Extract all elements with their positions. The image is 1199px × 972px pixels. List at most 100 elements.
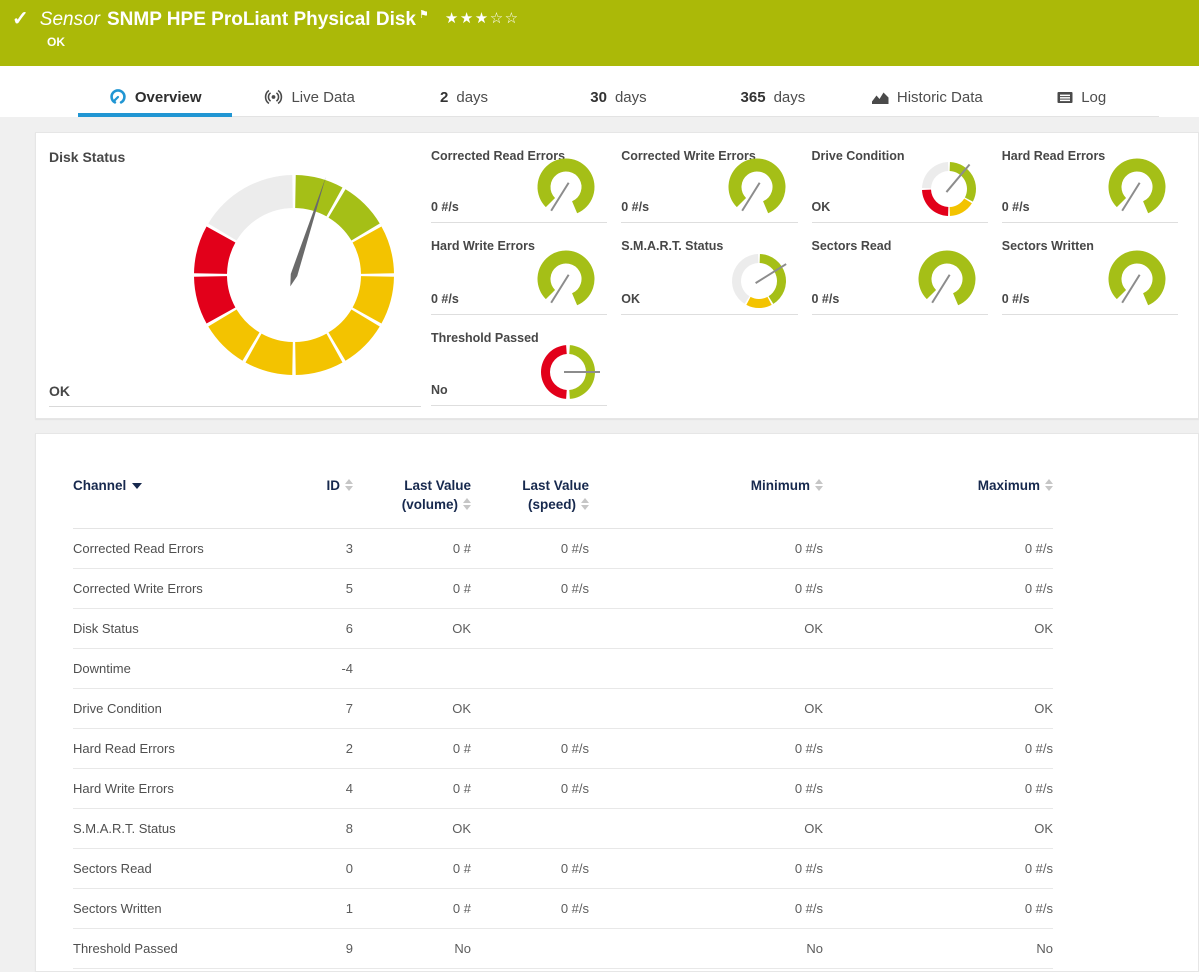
cell-last-value-volume: 0 # — [353, 769, 471, 809]
tile-value: 0 #/s — [621, 200, 649, 214]
sectors-written-gauge — [1106, 246, 1168, 310]
flag-icon[interactable]: ⚑ — [419, 8, 429, 21]
tab-number: 2 — [440, 89, 448, 106]
cell-channel[interactable]: Threshold Passed — [73, 929, 303, 969]
cell-last-value-speed — [471, 809, 589, 849]
gauge-tile-corrected-write-errors[interactable]: Corrected Write Errors0 #/s — [621, 145, 797, 223]
sort-desc-icon — [132, 483, 142, 489]
gauge-tile-hard-write-errors[interactable]: Hard Write Errors0 #/s — [431, 223, 607, 315]
tab-label: Log — [1081, 89, 1106, 106]
cell-channel[interactable]: Corrected Write Errors — [73, 569, 303, 609]
sort-icon — [345, 479, 353, 491]
cell-last-value-speed: 0 #/s — [471, 769, 589, 809]
cell-maximum: 0 #/s — [823, 849, 1053, 889]
cell-channel[interactable]: Downtime — [73, 649, 303, 689]
tab-365-days[interactable]: 365 days — [696, 80, 850, 116]
table-row[interactable]: Threshold Passed9NoNoNo — [73, 929, 1053, 969]
tab-number: 365 — [741, 89, 766, 106]
cell-minimum — [589, 649, 823, 689]
tab-label: Live Data — [291, 89, 354, 106]
table-row[interactable]: Downtime-4 — [73, 649, 1053, 689]
hard-write-errors-gauge — [535, 246, 597, 310]
cell-id: 4 — [303, 769, 353, 809]
sensor-page: ✓ Sensor SNMP HPE ProLiant Physical Disk… — [0, 0, 1199, 972]
cell-channel[interactable]: Sectors Written — [73, 889, 303, 929]
s-m-a-r-t-status-gauge — [730, 252, 788, 310]
tab-historic-data[interactable]: Historic Data — [850, 80, 1004, 116]
tile-value: 0 #/s — [1002, 292, 1030, 306]
tab-live-data[interactable]: Live Data — [232, 80, 386, 116]
gauge-tile-sectors-written[interactable]: Sectors Written0 #/s — [1002, 223, 1178, 315]
tab-label: days — [615, 89, 647, 106]
tab-overview[interactable]: Overview — [78, 80, 232, 116]
tab-label: days — [774, 89, 806, 106]
column-header-last-value-speed[interactable]: Last Value(speed) — [471, 464, 589, 529]
cell-maximum: 0 #/s — [823, 889, 1053, 929]
column-header-minimum[interactable]: Minimum — [589, 464, 823, 529]
tile-value: OK — [49, 383, 70, 399]
cell-last-value-volume: 0 # — [353, 729, 471, 769]
gauge-tile-disk-status[interactable]: Disk Status OK — [49, 145, 421, 407]
column-header-channel[interactable]: Channel — [73, 464, 303, 529]
priority-stars[interactable]: ★★★☆☆ — [445, 9, 520, 27]
cell-channel[interactable]: Hard Read Errors — [73, 729, 303, 769]
drive-condition-gauge — [920, 160, 978, 218]
cell-minimum: 0 #/s — [589, 729, 823, 769]
cell-last-value-speed — [471, 649, 589, 689]
tile-value: 0 #/s — [431, 200, 459, 214]
cell-id: 0 — [303, 849, 353, 889]
tile-value: 0 #/s — [812, 292, 840, 306]
gauge-tile-corrected-read-errors[interactable]: Corrected Read Errors0 #/s — [431, 145, 607, 223]
gauge-tile-hard-read-errors[interactable]: Hard Read Errors0 #/s — [1002, 145, 1178, 223]
gauge-tile-s-m-a-r-t-status[interactable]: S.M.A.R.T. StatusOK — [621, 223, 797, 315]
cell-id: 5 — [303, 569, 353, 609]
cell-last-value-volume — [353, 649, 471, 689]
cell-channel[interactable]: Disk Status — [73, 609, 303, 649]
tab-30-days[interactable]: 30 days — [541, 80, 695, 116]
cell-minimum: OK — [589, 689, 823, 729]
column-header-id[interactable]: ID — [303, 464, 353, 529]
tile-value: 0 #/s — [431, 292, 459, 306]
cell-maximum: 0 #/s — [823, 569, 1053, 609]
sensor-status-badge: OK — [47, 35, 1199, 49]
gauge-tile-drive-condition[interactable]: Drive ConditionOK — [812, 145, 988, 223]
cell-channel[interactable]: Sectors Read — [73, 849, 303, 889]
cell-maximum: OK — [823, 609, 1053, 649]
gauge-tile-sectors-read[interactable]: Sectors Read0 #/s — [812, 223, 988, 315]
cell-id: 9 — [303, 929, 353, 969]
cell-maximum: 0 #/s — [823, 769, 1053, 809]
cell-last-value-speed — [471, 929, 589, 969]
table-row[interactable]: Hard Write Errors40 #0 #/s0 #/s0 #/s — [73, 769, 1053, 809]
cell-channel[interactable]: Drive Condition — [73, 689, 303, 729]
gauge-tile-threshold-passed[interactable]: Threshold PassedNo — [431, 315, 607, 406]
cell-minimum: 0 #/s — [589, 889, 823, 929]
table-row[interactable]: Hard Read Errors20 #0 #/s0 #/s0 #/s — [73, 729, 1053, 769]
cell-channel[interactable]: Corrected Read Errors — [73, 529, 303, 569]
column-header-maximum[interactable]: Maximum — [823, 464, 1053, 529]
cell-maximum: 0 #/s — [823, 529, 1053, 569]
table-row[interactable]: Drive Condition7OKOKOK — [73, 689, 1053, 729]
cell-last-value-volume: 0 # — [353, 849, 471, 889]
cell-id: 7 — [303, 689, 353, 729]
cell-minimum: OK — [589, 809, 823, 849]
cell-channel[interactable]: Hard Write Errors — [73, 769, 303, 809]
tab-2-days[interactable]: 2days — [387, 80, 541, 116]
tab-log[interactable]: Log — [1005, 80, 1159, 116]
table-row[interactable]: S.M.A.R.T. Status8OKOKOK — [73, 809, 1053, 849]
table-row[interactable]: Corrected Write Errors50 #0 #/s0 #/s0 #/… — [73, 569, 1053, 609]
channels-table: ChannelIDLast Value(volume)Last Value(sp… — [73, 464, 1053, 969]
sensor-title: SNMP HPE ProLiant Physical Disk — [107, 9, 416, 31]
column-header-last-value-volume[interactable]: Last Value(volume) — [353, 464, 471, 529]
status-check-icon: ✓ — [12, 7, 29, 31]
cell-maximum: No — [823, 929, 1053, 969]
sort-icon — [815, 479, 823, 491]
table-row[interactable]: Sectors Read00 #0 #/s0 #/s0 #/s — [73, 849, 1053, 889]
tab-number: 30 — [590, 89, 607, 106]
cell-last-value-speed — [471, 689, 589, 729]
table-row[interactable]: Sectors Written10 #0 #/s0 #/s0 #/s — [73, 889, 1053, 929]
table-row[interactable]: Corrected Read Errors30 #0 #/s0 #/s0 #/s — [73, 529, 1053, 569]
table-row[interactable]: Disk Status6OKOKOK — [73, 609, 1053, 649]
gauge-icon — [109, 88, 127, 106]
cell-channel[interactable]: S.M.A.R.T. Status — [73, 809, 303, 849]
threshold-passed-gauge — [539, 343, 597, 401]
